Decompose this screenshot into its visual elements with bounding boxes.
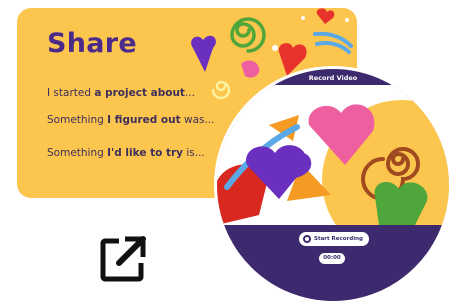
prompt-text: is... xyxy=(183,147,205,159)
prompt-text: I started xyxy=(47,87,95,99)
share-title: Share xyxy=(47,28,138,59)
prompt-figured-out: Something I figured out was... xyxy=(47,114,214,126)
prompt-text: was... xyxy=(180,114,215,126)
prompt-text: Something xyxy=(47,147,108,159)
external-link-icon[interactable] xyxy=(99,235,147,283)
recorder-title: Record Video xyxy=(308,74,358,82)
recorder-panel: Record Video Start Recording 00:00 xyxy=(217,69,449,301)
video-preview xyxy=(217,85,449,225)
video-recorder-circle: Record Video Start Recording 00:00 xyxy=(214,66,452,304)
prompt-bold-text: I'd like to try xyxy=(107,147,184,159)
prompt-project-about: I started a project about... xyxy=(47,87,195,99)
prompt-text: ... xyxy=(184,87,195,99)
start-recording-label: Start Recording xyxy=(314,236,363,242)
record-icon xyxy=(303,235,311,243)
start-recording-button[interactable]: Start Recording xyxy=(299,232,369,246)
prompt-like-to-try: Something I'd like to try is... xyxy=(47,147,205,159)
prompt-bold-text: a project about xyxy=(94,87,185,99)
prompt-bold-text: I figured out xyxy=(107,114,181,126)
recording-timer: 00:00 xyxy=(319,253,345,264)
prompt-text: Something xyxy=(47,114,108,126)
